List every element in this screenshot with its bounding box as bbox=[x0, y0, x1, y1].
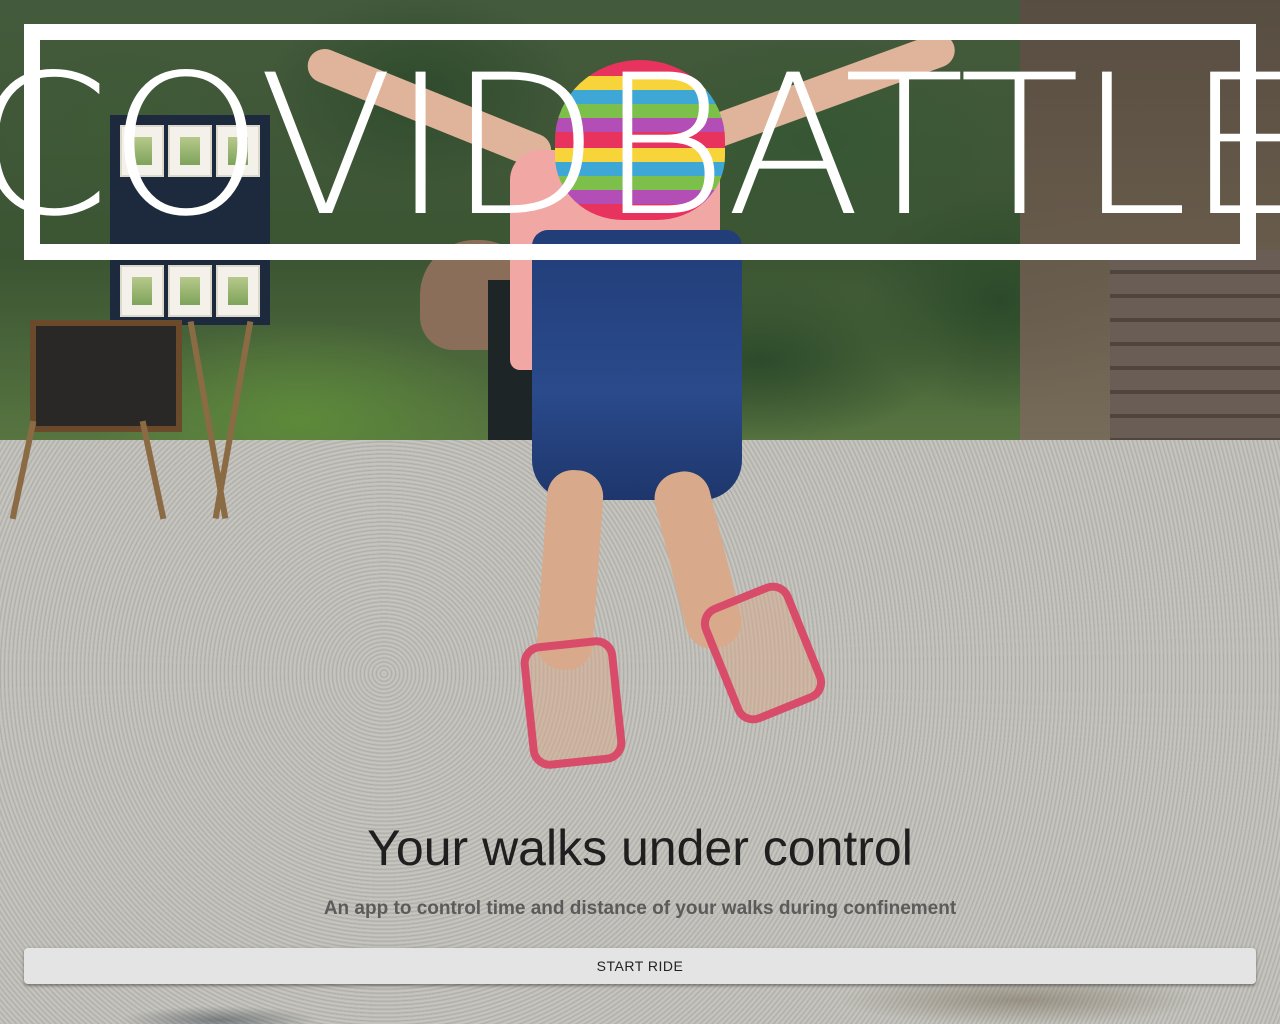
denim-overalls bbox=[532, 230, 742, 500]
landing-page: COVIDBATTLE Your walks under control An … bbox=[0, 0, 1280, 1024]
start-ride-button[interactable]: START RIDE bbox=[24, 948, 1256, 984]
logo-banner: COVIDBATTLE bbox=[0, 24, 1280, 260]
background-stairs bbox=[1110, 250, 1280, 440]
hero-title: Your walks under control bbox=[367, 820, 913, 876]
background-easel bbox=[0, 300, 270, 530]
logo-text: COVIDBATTLE bbox=[0, 33, 1280, 259]
hero-subtitle: An app to control time and distance of y… bbox=[323, 898, 957, 919]
